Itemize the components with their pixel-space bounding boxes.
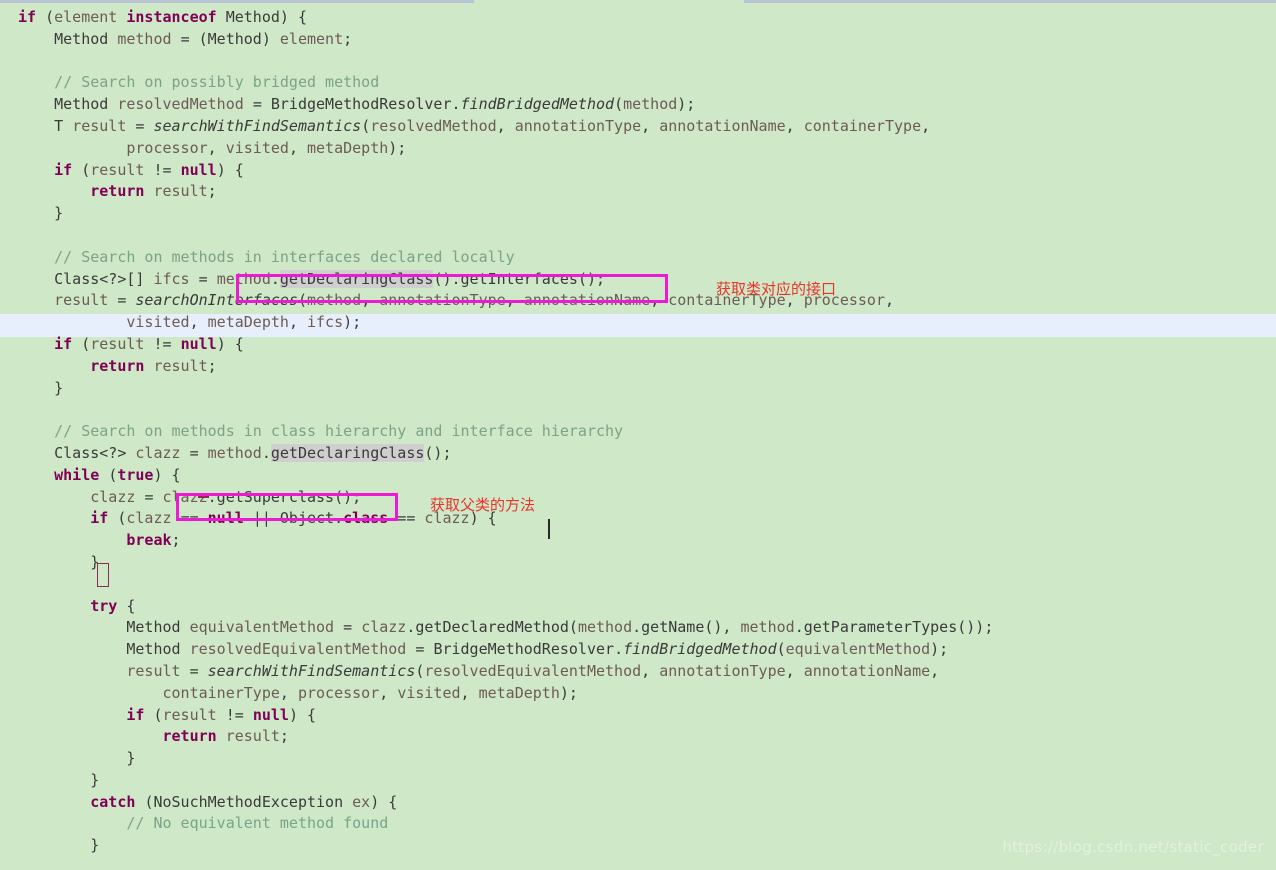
horizontal-scrollbar[interactable] (0, 0, 1276, 7)
brace-match-open-underline (198, 496, 209, 498)
code-line[interactable]: } (0, 203, 1276, 225)
code-line[interactable]: visited, metaDepth, ifcs); (0, 312, 1276, 334)
text-caret (548, 519, 550, 539)
code-line[interactable]: } (0, 378, 1276, 400)
scrollbar-track-left[interactable] (0, 0, 474, 3)
code-line[interactable] (0, 225, 1276, 247)
scrollbar-thumb[interactable] (474, 0, 744, 3)
code-line[interactable]: processor, visited, metaDepth); (0, 138, 1276, 160)
scrollbar-track-right[interactable] (744, 0, 1276, 3)
code-line[interactable]: while (true) { (0, 465, 1276, 487)
code-line[interactable]: Class<?> clazz = method.getDeclaringClas… (0, 443, 1276, 465)
code-line[interactable]: Method resolvedMethod = BridgeMethodReso… (0, 94, 1276, 116)
code-line[interactable]: if (result != null) { (0, 160, 1276, 182)
code-line[interactable]: } (0, 770, 1276, 792)
code-line[interactable]: // Search on methods in class hierarchy … (0, 421, 1276, 443)
code-line[interactable]: // Search on methods in interfaces decla… (0, 247, 1276, 269)
code-line[interactable]: break; (0, 530, 1276, 552)
code-line[interactable]: T result = searchWithFindSemantics(resol… (0, 116, 1276, 138)
code-line[interactable] (0, 399, 1276, 421)
code-line[interactable]: } (0, 552, 1276, 574)
code-editor[interactable]: if (element instanceof Method) { Method … (0, 0, 1276, 870)
code-line[interactable]: return result; (0, 181, 1276, 203)
code-line[interactable]: // No equivalent method found (0, 813, 1276, 835)
code-line[interactable]: Method method = (Method) element; (0, 29, 1276, 51)
code-line[interactable]: if (result != null) { (0, 705, 1276, 727)
code-line[interactable]: if (element instanceof Method) { (0, 7, 1276, 29)
code-content[interactable]: if (element instanceof Method) { Method … (0, 7, 1276, 870)
code-line[interactable]: return result; (0, 726, 1276, 748)
code-line[interactable]: result = searchOnInterfaces(method, anno… (0, 290, 1276, 312)
code-line[interactable]: if (result != null) { (0, 334, 1276, 356)
code-line[interactable]: clazz = clazz.getSuperclass(); (0, 487, 1276, 509)
code-line[interactable]: result = searchWithFindSemantics(resolve… (0, 661, 1276, 683)
code-line[interactable]: Method resolvedEquivalentMethod = Bridge… (0, 639, 1276, 661)
code-line[interactable]: return result; (0, 356, 1276, 378)
code-line[interactable] (0, 51, 1276, 73)
code-line[interactable]: containerType, processor, visited, metaD… (0, 683, 1276, 705)
code-line[interactable]: Method equivalentMethod = clazz.getDecla… (0, 617, 1276, 639)
code-line[interactable] (0, 574, 1276, 596)
code-line[interactable]: if (clazz == null || Object.class == cla… (0, 508, 1276, 530)
code-line[interactable]: try { (0, 596, 1276, 618)
code-line[interactable]: catch (NoSuchMethodException ex) { (0, 792, 1276, 814)
code-line[interactable]: // Search on possibly bridged method (0, 72, 1276, 94)
code-line[interactable]: Class<?>[] ifcs = method.getDeclaringCla… (0, 269, 1276, 291)
code-line[interactable]: } (0, 748, 1276, 770)
code-line[interactable]: } (0, 835, 1276, 857)
